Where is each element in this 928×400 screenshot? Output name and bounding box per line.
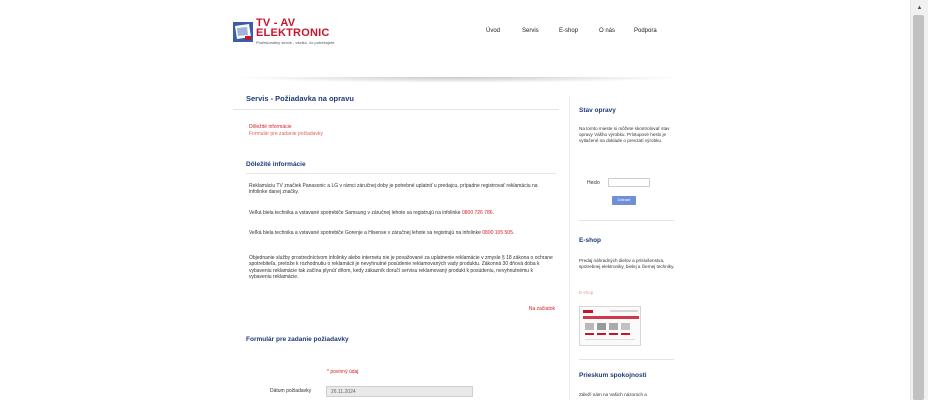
info-paragraph-3-end: . xyxy=(512,230,515,236)
anchor-link-request-form[interactable]: Formulár pre zadanie požiadavky xyxy=(249,131,323,137)
repair-status-description: Na tomto mieste si môžete skontrolovať s… xyxy=(579,126,670,143)
title-divider xyxy=(233,109,559,110)
eshop-preview-graphic xyxy=(580,307,640,345)
nav-item-servis[interactable]: Servis xyxy=(522,28,539,34)
logo-subtitle: Profesionálny servis - všetko, čo potreb… xyxy=(256,40,335,45)
section-rule xyxy=(246,173,556,174)
info-paragraph-3-text: Veľká biela technika a vstavané spotrebi… xyxy=(249,230,483,236)
back-to-top-link[interactable]: Na začiatok xyxy=(529,306,555,312)
header-divider-shadow xyxy=(230,77,685,83)
sidebar-heading-repair-status: Stav opravy xyxy=(579,107,616,114)
site-logo[interactable]: TV - AV ELEKTRONIC Profesionálny servis … xyxy=(233,18,393,50)
sidebar-rule-2 xyxy=(579,359,674,360)
nav-item-eshop[interactable]: E-shop xyxy=(559,28,578,34)
info-paragraph-2: Veľká biela technika a vstavané spotrebi… xyxy=(249,210,554,216)
section-heading-important-info: Dôležité informácie xyxy=(246,161,306,168)
survey-description: Záleží nám na Vašich názoroch a xyxy=(579,392,647,397)
info-paragraph-2-end: . xyxy=(492,210,494,216)
sidebar-heading-survey: Prieskum spokojnosti xyxy=(579,372,647,379)
nav-item-podpora[interactable]: Podpora xyxy=(634,28,657,34)
scroll-up-arrow-icon[interactable]: ▲ xyxy=(911,5,928,11)
samsung-hotline-number: 0800 726 786 xyxy=(461,210,493,216)
sidebar-divider xyxy=(569,96,570,400)
logo-title: TV - AV ELEKTRONIC xyxy=(256,18,330,39)
scrollbar-thumb[interactable] xyxy=(913,15,924,400)
info-paragraph-1: Reklamáciu TV značiek Panasonic a LG v r… xyxy=(249,183,538,196)
request-date-label: Dátum požiadavky xyxy=(270,388,312,394)
logo-title-line2: ELEKTRONIC xyxy=(256,27,330,39)
gorenje-hisense-hotline-number: 0800 105 505 xyxy=(482,230,513,236)
nav-item-o-nas[interactable]: O nás xyxy=(599,28,615,34)
section-heading-request-form: Formulár pre zadanie požiadavky xyxy=(246,336,349,343)
nav-item-uvod[interactable]: Úvod xyxy=(486,28,500,34)
required-field-note: * povinný údaj xyxy=(327,369,359,375)
sidebar-rule xyxy=(579,220,674,221)
info-paragraph-4: Objednanie služby prostredníctvom infoli… xyxy=(249,255,553,280)
tv-logo-icon xyxy=(233,22,253,42)
show-status-button[interactable]: Zobraziť xyxy=(612,196,636,205)
eshop-link[interactable]: E-shop xyxy=(579,290,593,295)
sidebar-heading-eshop: E-shop xyxy=(579,237,602,244)
request-date-field[interactable]: 26.11.2024 xyxy=(326,386,473,397)
info-paragraph-2-text: Veľká biela technika a vstavané spotrebi… xyxy=(249,210,462,216)
password-label: Heslo xyxy=(587,180,600,186)
info-paragraph-3: Veľká biela technika a vstavané spotrebi… xyxy=(249,230,554,236)
anchor-link-important-info[interactable]: Dôležité informácie xyxy=(249,124,292,130)
page-title: Servis - Požiadavka na opravu xyxy=(246,94,354,103)
eshop-description: Predaj náhradných dielov a príslušenstva… xyxy=(579,258,675,269)
site-header: TV - AV ELEKTRONIC Profesionálny servis … xyxy=(0,0,910,80)
password-input[interactable] xyxy=(608,178,650,187)
eshop-thumbnail-image[interactable] xyxy=(579,306,641,346)
